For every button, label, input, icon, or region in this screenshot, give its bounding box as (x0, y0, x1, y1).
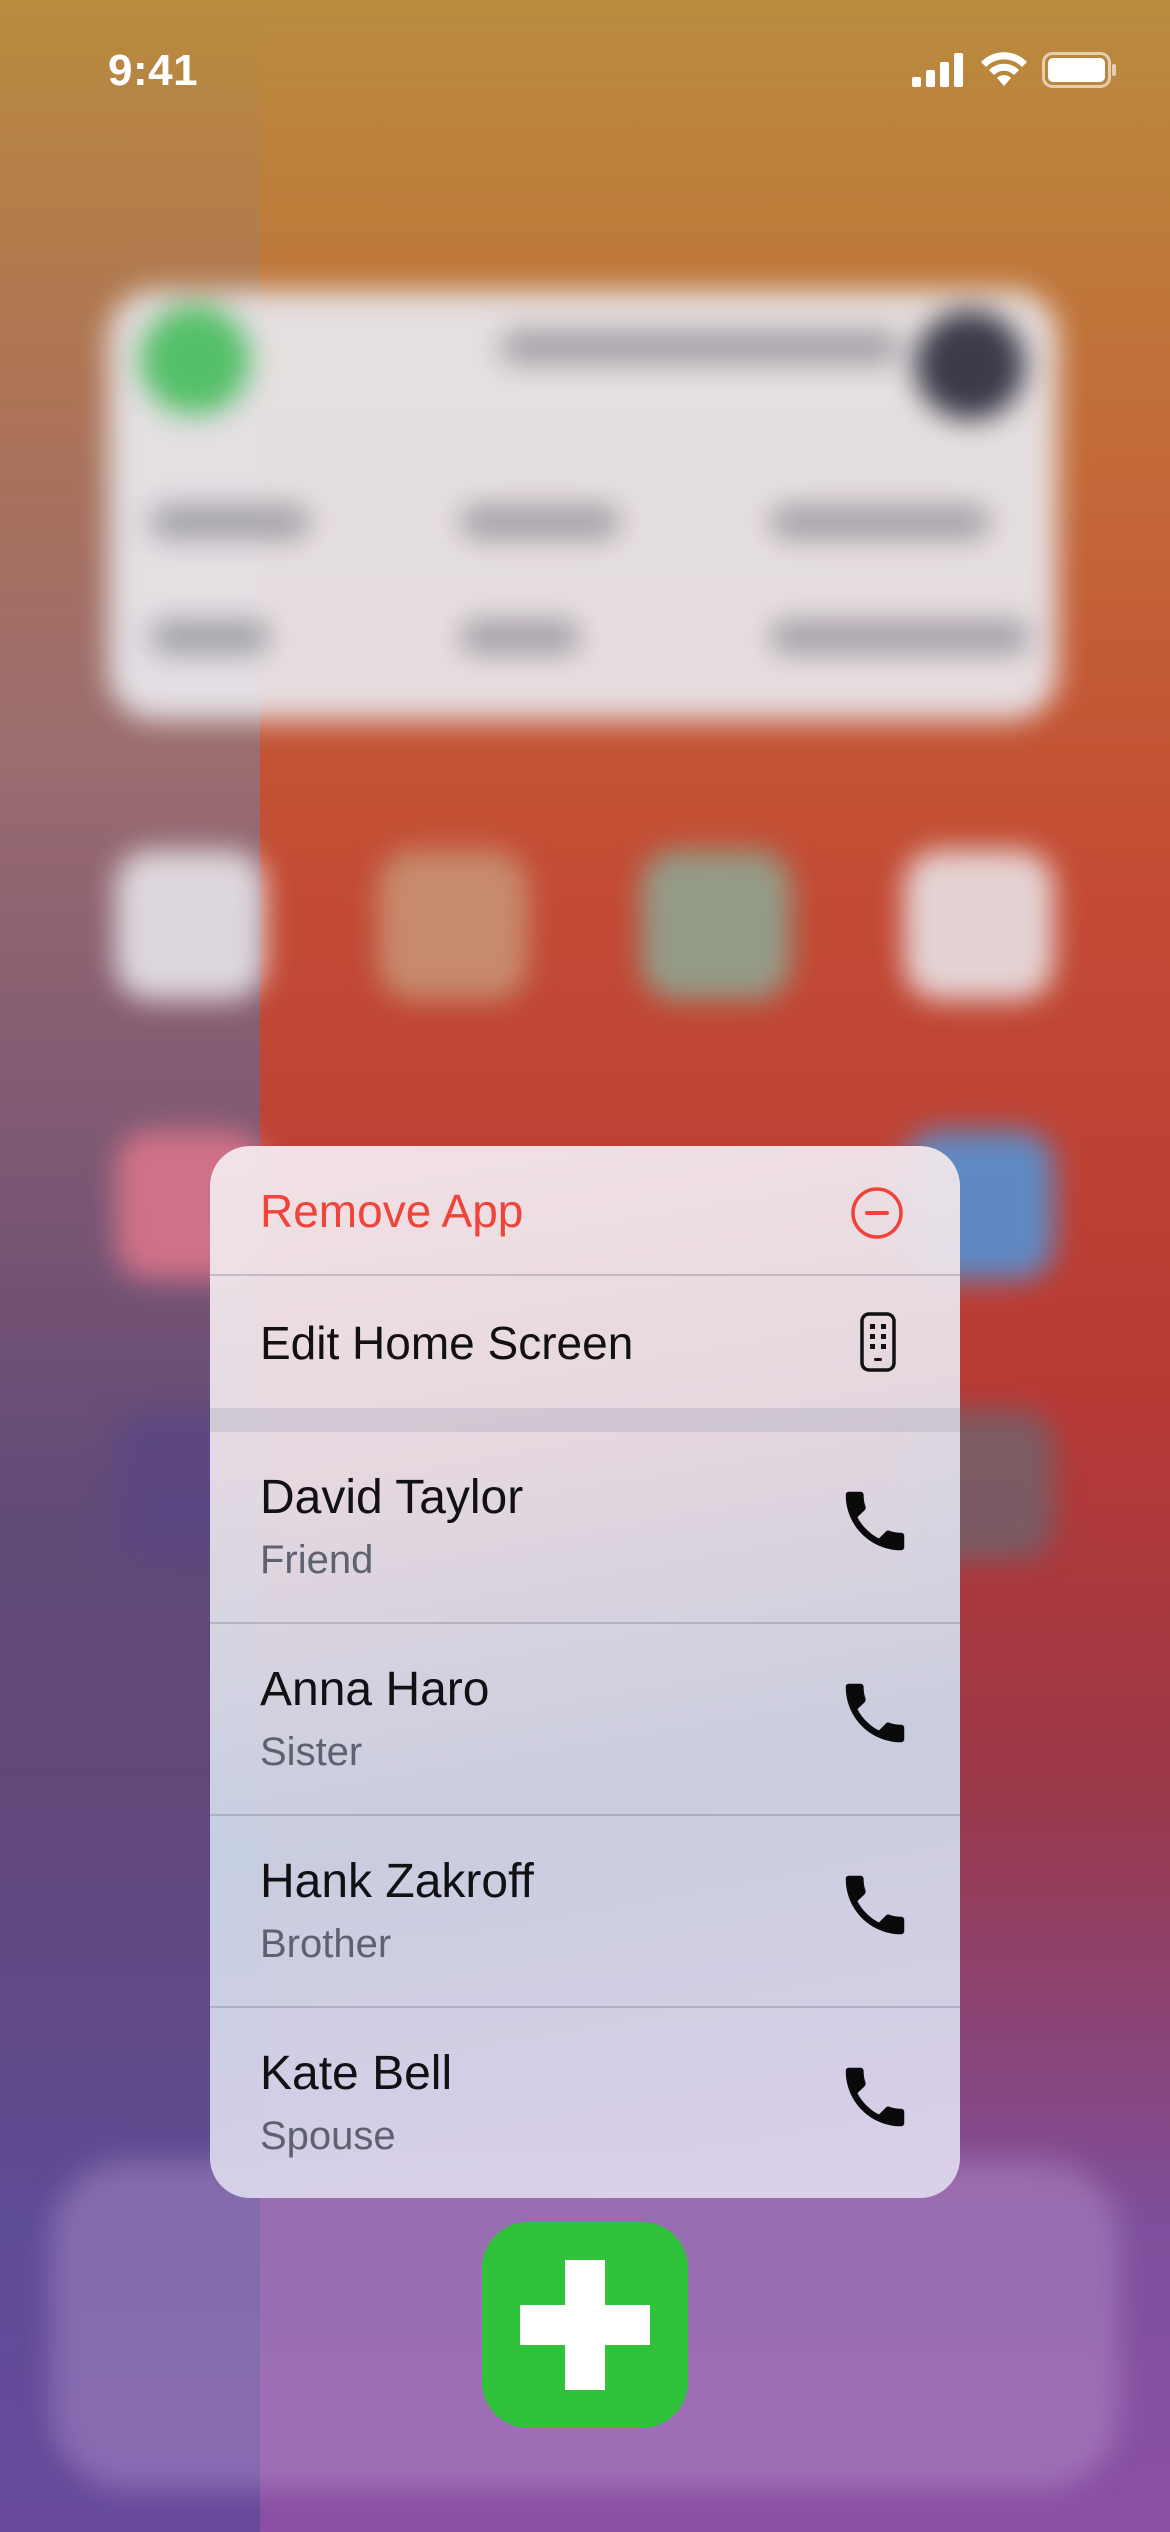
minus-circle-icon (850, 1186, 904, 1245)
contact-relation: Brother (260, 1922, 392, 1966)
blurred-line (150, 620, 270, 654)
blurred-widget-avatar (915, 310, 1025, 420)
blurred-line (770, 505, 990, 539)
contact-relation: Spouse (260, 2114, 396, 2158)
phone-icon (836, 1482, 914, 1565)
contact-row-hank-zakroff[interactable]: Hank Zakroff Brother (210, 1816, 960, 2008)
blurred-app-icon (115, 850, 265, 1000)
status-icons (912, 52, 1118, 93)
contact-name: Anna Haro (260, 1663, 490, 1716)
blurred-widget-icon (140, 305, 250, 415)
remove-app-label: Remove App (260, 1185, 524, 1237)
phone-icon (836, 1866, 914, 1949)
edit-home-screen-button[interactable]: Edit Home Screen (210, 1278, 960, 1408)
edit-home-screen-label: Edit Home Screen (260, 1317, 634, 1369)
wifi-icon (980, 52, 1028, 93)
blurred-line (150, 505, 310, 539)
menu-section-divider (210, 1408, 960, 1432)
blurred-app-icon (378, 850, 528, 1000)
blurred-app-icon (904, 850, 1054, 1000)
battery-icon (1042, 52, 1118, 93)
phone-icon (836, 1674, 914, 1757)
app-context-menu: Remove App Edit Home Screen David Taylor… (210, 1146, 960, 2198)
remove-app-button[interactable]: Remove App (210, 1146, 960, 1276)
status-time: 9:41 (108, 46, 199, 95)
blurred-line (770, 620, 1030, 654)
contact-row-kate-bell[interactable]: Kate Bell Spouse (210, 2008, 960, 2198)
cellular-signal-icon (912, 53, 966, 92)
contact-row-david-taylor[interactable]: David Taylor Friend (210, 1432, 960, 1624)
contact-row-anna-haro[interactable]: Anna Haro Sister (210, 1624, 960, 1816)
phone-icon (836, 2058, 914, 2141)
blurred-app-icon (641, 850, 791, 1000)
contact-name: Hank Zakroff (260, 1855, 534, 1908)
app-icon[interactable] (482, 2222, 688, 2428)
blurred-line (500, 330, 900, 364)
plus-icon (520, 2260, 650, 2390)
contact-name: David Taylor (260, 1471, 524, 1524)
blurred-line (460, 505, 620, 539)
contact-relation: Friend (260, 1538, 374, 1582)
blurred-line (460, 620, 580, 654)
contact-name: Kate Bell (260, 2047, 453, 2100)
home-screen-icon (860, 1312, 896, 1377)
contact-relation: Sister (260, 1730, 363, 1774)
